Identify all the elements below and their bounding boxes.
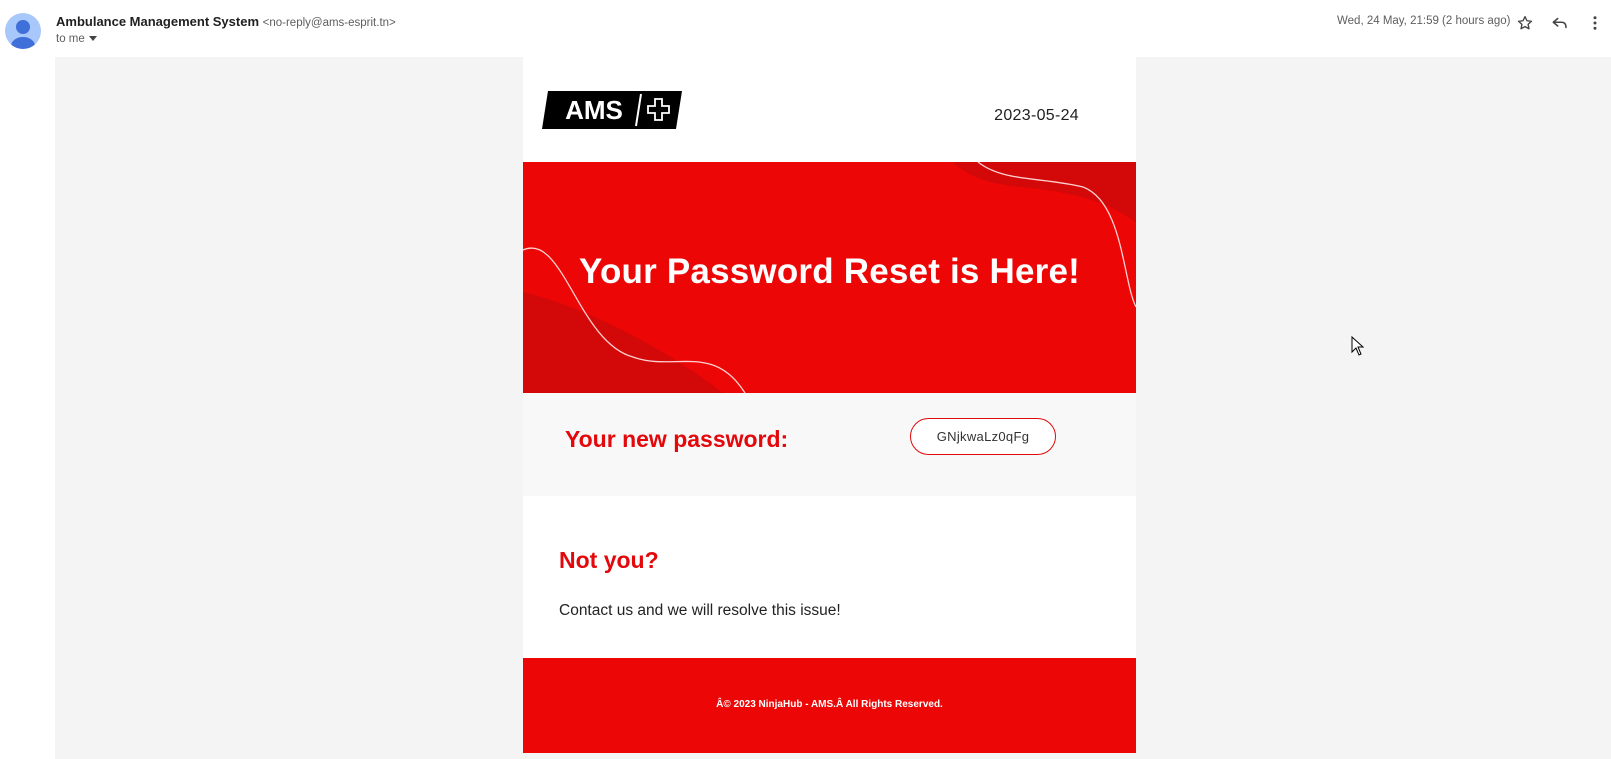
password-value[interactable]: GNjkwaLz0qFg (910, 418, 1056, 455)
email-footer: Â© 2023 NinjaHub - AMS.Â All Rights Rese… (523, 658, 1136, 753)
password-label: Your new password: (565, 426, 789, 452)
message-date: Wed, 24 May, 21:59 (2 hours ago) (1337, 15, 1511, 27)
contact-text: Contact us and we will resolve this issu… (559, 602, 841, 619)
mouse-cursor-icon (1351, 335, 1365, 361)
person-avatar-icon (11, 20, 35, 49)
footer-copyright: Â© 2023 NinjaHub - AMS.Â All Rights Rese… (716, 699, 943, 710)
more-options-button[interactable] (1585, 13, 1605, 33)
to-me-label: to me (56, 33, 85, 45)
sender-avatar[interactable] (5, 13, 41, 49)
more-vert-icon (1593, 16, 1597, 30)
star-icon (1517, 15, 1533, 30)
email-card: AMS 2023-05-24 Your Password Reset is He… (523, 57, 1136, 753)
hero-banner: Your Password Reset is Here! (523, 162, 1136, 393)
sender-email: <no-reply@ams-esprit.tn> (262, 17, 396, 29)
logo-text: AMS (565, 95, 623, 125)
sender-line: Ambulance Management System <no-reply@am… (56, 14, 396, 29)
not-you-heading: Not you? (559, 547, 659, 573)
reply-button[interactable] (1550, 13, 1570, 33)
email-date: 2023-05-24 (994, 107, 1079, 124)
recipient-details-toggle[interactable]: to me (56, 33, 97, 45)
ams-logo: AMS (542, 91, 682, 134)
password-section: Your new password: GNjkwaLz0qFg (523, 393, 1136, 496)
caret-down-icon (88, 36, 97, 42)
sender-name[interactable]: Ambulance Management System (56, 14, 259, 29)
banner-title: Your Password Reset is Here! (579, 252, 1080, 291)
reply-icon (1552, 17, 1567, 29)
star-button[interactable] (1515, 13, 1535, 33)
